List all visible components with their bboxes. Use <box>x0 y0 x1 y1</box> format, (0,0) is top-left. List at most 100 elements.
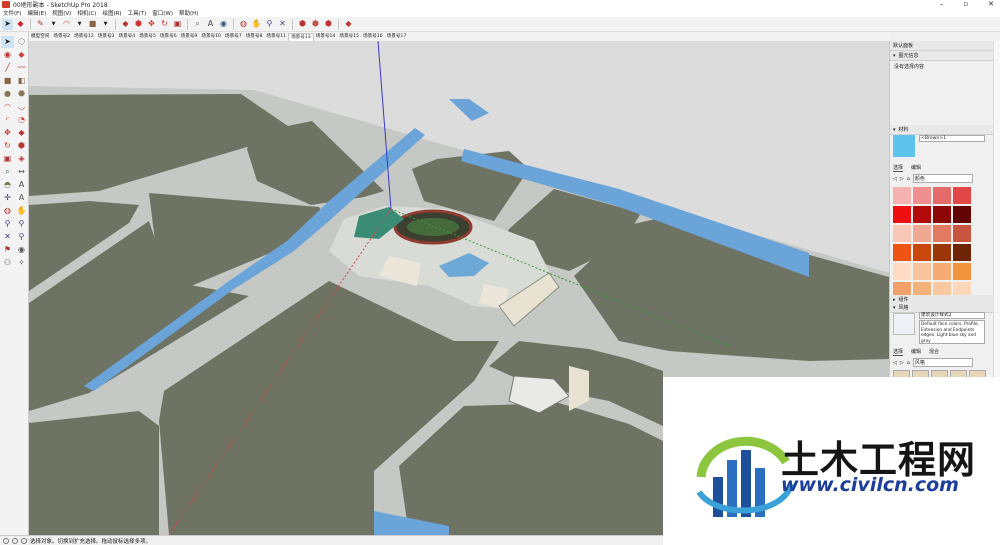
menu-camera[interactable]: 相机(C) <box>77 9 96 17</box>
tab-select[interactable]: 选择 <box>893 348 904 356</box>
rotated-rectangle-icon[interactable]: ◧ <box>15 75 28 87</box>
scene-tab[interactable]: 场景号10 <box>199 33 223 41</box>
menu-help[interactable]: 帮助(H) <box>179 9 198 17</box>
material-library-select[interactable]: 颜色 <box>912 174 973 183</box>
rectangle-tool-icon[interactable]: ■ <box>87 19 98 30</box>
menu-tools[interactable]: 工具(T) <box>128 9 147 17</box>
make-component-icon[interactable]: ⬡ <box>15 36 28 48</box>
protractor-icon[interactable]: ◓ <box>1 179 14 191</box>
pan-tool-icon[interactable]: ✋ <box>251 19 262 30</box>
scene-tab[interactable]: 场景号8 <box>244 33 265 41</box>
pencil-tool-icon[interactable]: ✎ <box>35 19 46 30</box>
material-swatch[interactable] <box>893 263 911 280</box>
orbit-tool-icon[interactable]: ◍ <box>238 19 249 30</box>
material-swatch[interactable] <box>933 225 951 242</box>
menu-file[interactable]: 文件(F) <box>3 9 21 17</box>
zoom-extents-icon[interactable]: ✕ <box>1 231 14 243</box>
zoom-tool-icon[interactable]: ⚲ <box>1 218 14 230</box>
material-swatch[interactable] <box>953 244 971 261</box>
offset-tool-icon[interactable]: ◈ <box>15 153 28 165</box>
follow-me-icon[interactable]: ⬢ <box>133 19 144 30</box>
scale-tool-icon[interactable]: ▣ <box>172 19 183 30</box>
scale-tool-icon[interactable]: ▣ <box>1 153 14 165</box>
material-swatch[interactable] <box>913 187 931 204</box>
back-arrow-icon[interactable]: ◁ <box>893 176 897 182</box>
menu-draw[interactable]: 绘图(R) <box>102 9 121 17</box>
select-tool-icon[interactable]: ➤ <box>2 18 13 30</box>
line-tool-icon[interactable]: ╱ <box>1 62 14 74</box>
zoom-tool-icon[interactable]: ⚲ <box>264 19 275 30</box>
scene-tab[interactable]: 模型空间 <box>29 33 51 41</box>
scene-tab[interactable]: 场景号11 <box>264 33 288 41</box>
entity-info-header[interactable]: ▾ 图元信息 <box>890 51 993 61</box>
menu-window[interactable]: 窗口(W) <box>152 9 173 17</box>
forward-arrow-icon[interactable]: ▷ <box>900 176 904 182</box>
tray-title[interactable]: 默认面板 <box>890 41 993 51</box>
tape-measure-icon[interactable]: ⌕ <box>1 166 14 178</box>
scene-tab[interactable]: 场景号16 <box>361 33 385 41</box>
scene-tab-active[interactable]: 场景号13 <box>288 32 314 41</box>
text-tool-icon[interactable]: A <box>205 19 216 30</box>
freehand-tool-icon[interactable]: 〰 <box>15 62 28 74</box>
zoom-window-icon[interactable]: ⚲ <box>15 218 28 230</box>
tab-mix[interactable]: 混合 <box>929 348 939 356</box>
previous-view-icon[interactable]: ⚲ <box>15 231 28 243</box>
material-swatch[interactable] <box>913 206 931 223</box>
material-swatch[interactable] <box>913 225 931 242</box>
scene-tab[interactable]: 场景号3 <box>96 33 117 41</box>
material-swatch[interactable] <box>953 263 971 280</box>
close-button[interactable]: ✕ <box>988 0 994 8</box>
push-pull-icon[interactable]: ◆ <box>15 127 28 139</box>
tab-edit[interactable]: 编辑 <box>911 348 921 356</box>
material-swatch[interactable] <box>953 225 971 242</box>
rectangle-tool-icon[interactable]: ■ <box>1 75 14 87</box>
tab-edit[interactable]: 编辑 <box>911 164 921 172</box>
push-pull-icon[interactable]: ◆ <box>120 19 131 30</box>
dropdown-arrow-icon[interactable]: ▼ <box>74 19 85 30</box>
scene-tab[interactable]: 场景号15 <box>337 33 361 41</box>
move-tool-icon[interactable]: ✥ <box>1 127 14 139</box>
pie-tool-icon[interactable]: ◔ <box>15 114 28 126</box>
extension-manager-icon[interactable]: ◆ <box>343 19 354 30</box>
scene-tab[interactable]: 场景号2 <box>51 33 72 41</box>
orbit-tool-icon[interactable]: ◍ <box>1 205 14 217</box>
3d-text-icon[interactable]: A <box>15 192 28 204</box>
material-swatch[interactable] <box>933 263 951 280</box>
tab-select[interactable]: 选择 <box>893 164 904 172</box>
share-model-icon[interactable]: ⬢ <box>310 19 321 30</box>
polygon-tool-icon[interactable]: ⬣ <box>15 88 28 100</box>
follow-me-icon[interactable]: ⬢ <box>15 140 28 152</box>
dropdown-arrow-icon[interactable]: ▼ <box>48 19 59 30</box>
section-plane-icon[interactable]: ✧ <box>15 257 28 269</box>
material-swatch[interactable] <box>953 206 971 223</box>
text-tool-icon[interactable]: A <box>15 179 28 191</box>
eraser-tool-icon[interactable]: ◆ <box>15 19 26 30</box>
style-library-select[interactable]: 风格 <box>912 358 973 367</box>
paint-bucket-icon[interactable]: ◉ <box>218 19 229 30</box>
credits-icon[interactable] <box>12 537 18 544</box>
zoom-extents-icon[interactable]: ✕ <box>277 19 288 30</box>
scene-tab[interactable]: 场景号14 <box>314 33 338 41</box>
menu-view[interactable]: 视图(V) <box>52 9 71 17</box>
material-swatch[interactable] <box>893 187 911 204</box>
three-point-arc-icon[interactable]: ◜ <box>1 114 14 126</box>
scene-tab[interactable]: 场景号12 <box>72 33 96 41</box>
home-icon[interactable]: ⌂ <box>907 360 910 366</box>
dimension-tool-icon[interactable]: ↔ <box>15 166 28 178</box>
material-swatch[interactable] <box>893 225 911 242</box>
help-icon[interactable] <box>21 537 27 544</box>
material-name-field[interactable]: <Brown>1 <box>919 135 985 142</box>
rotate-tool-icon[interactable]: ↻ <box>1 140 14 152</box>
back-arrow-icon[interactable]: ◁ <box>893 360 897 366</box>
scene-tab[interactable]: 场景号4 <box>116 33 137 41</box>
material-swatch[interactable] <box>933 187 951 204</box>
extension-warehouse-icon[interactable]: ⬢ <box>323 19 334 30</box>
scene-tab[interactable]: 场景号9 <box>179 33 200 41</box>
scene-tab[interactable]: 场景号6 <box>158 33 179 41</box>
home-icon[interactable]: ⌂ <box>907 176 910 182</box>
scene-tab[interactable]: 场景号17 <box>385 33 409 41</box>
style-name-field[interactable]: 建筑设计样式2 <box>919 312 985 319</box>
material-swatch[interactable] <box>913 263 931 280</box>
eraser-tool-icon[interactable]: ◆ <box>15 49 28 61</box>
arc-tool-icon[interactable]: ◠ <box>61 19 72 30</box>
